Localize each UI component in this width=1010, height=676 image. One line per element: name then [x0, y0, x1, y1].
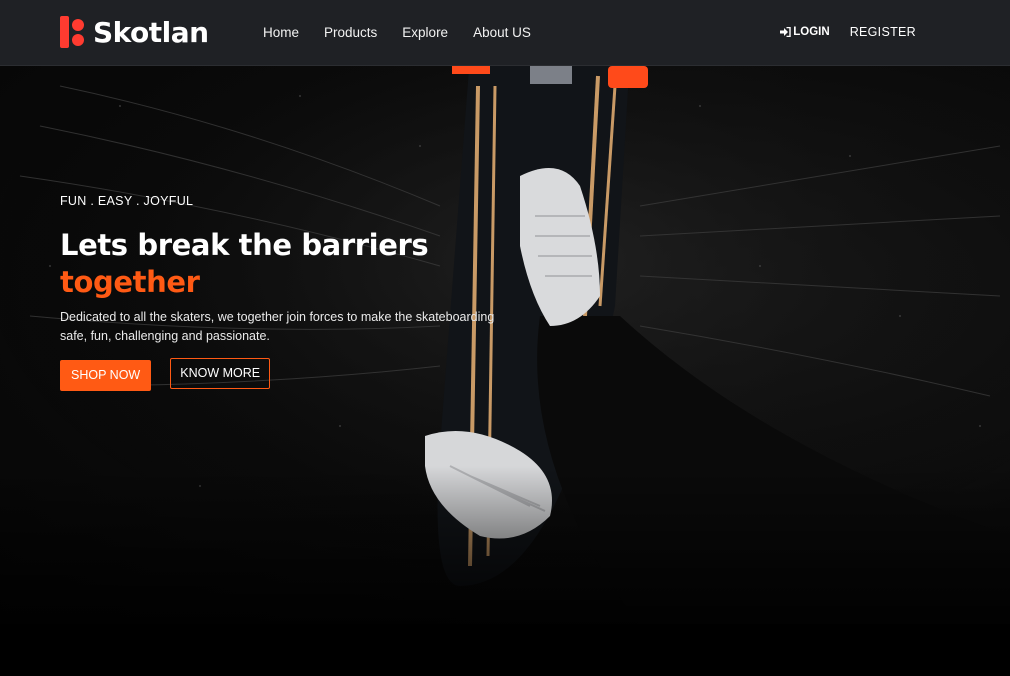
nav-products[interactable]: Products	[324, 25, 377, 40]
hero-headline-accent: together	[60, 265, 200, 299]
know-more-button[interactable]: KNOW MORE	[170, 358, 271, 389]
brand-name: Skotlan	[93, 16, 209, 49]
navbar: Skotlan Home Products Explore About US L…	[0, 0, 1010, 66]
login-label: LOGIN	[793, 26, 830, 38]
register-link[interactable]: REGISTER	[850, 25, 916, 39]
hero-tagline: FUN . EASY . JOYFUL	[60, 194, 194, 208]
nav-explore[interactable]: Explore	[402, 25, 448, 40]
auth-links: LOGIN REGISTER	[780, 25, 916, 39]
shop-now-button[interactable]: SHOP NOW	[60, 360, 152, 391]
skotlan-logo-icon	[60, 16, 88, 50]
hero-section: FUN . EASY . JOYFUL Lets break the barri…	[0, 66, 1010, 624]
brand-logo[interactable]: Skotlan	[60, 16, 209, 50]
hero-description: Dedicated to all the skaters, we togethe…	[60, 310, 495, 343]
hero-buttons: SHOP NOW KNOW MORE	[60, 358, 530, 391]
main-nav: Home Products Explore About US	[263, 25, 556, 40]
sign-in-icon	[780, 27, 791, 37]
nav-about-us[interactable]: About US	[473, 25, 531, 40]
login-link[interactable]: LOGIN	[780, 26, 830, 38]
page-bottom-area	[0, 624, 1010, 676]
hero-headline: Lets break the barriers	[60, 228, 429, 262]
nav-home[interactable]: Home	[263, 25, 299, 40]
hero-content: FUN . EASY . JOYFUL Lets break the barri…	[60, 194, 530, 391]
